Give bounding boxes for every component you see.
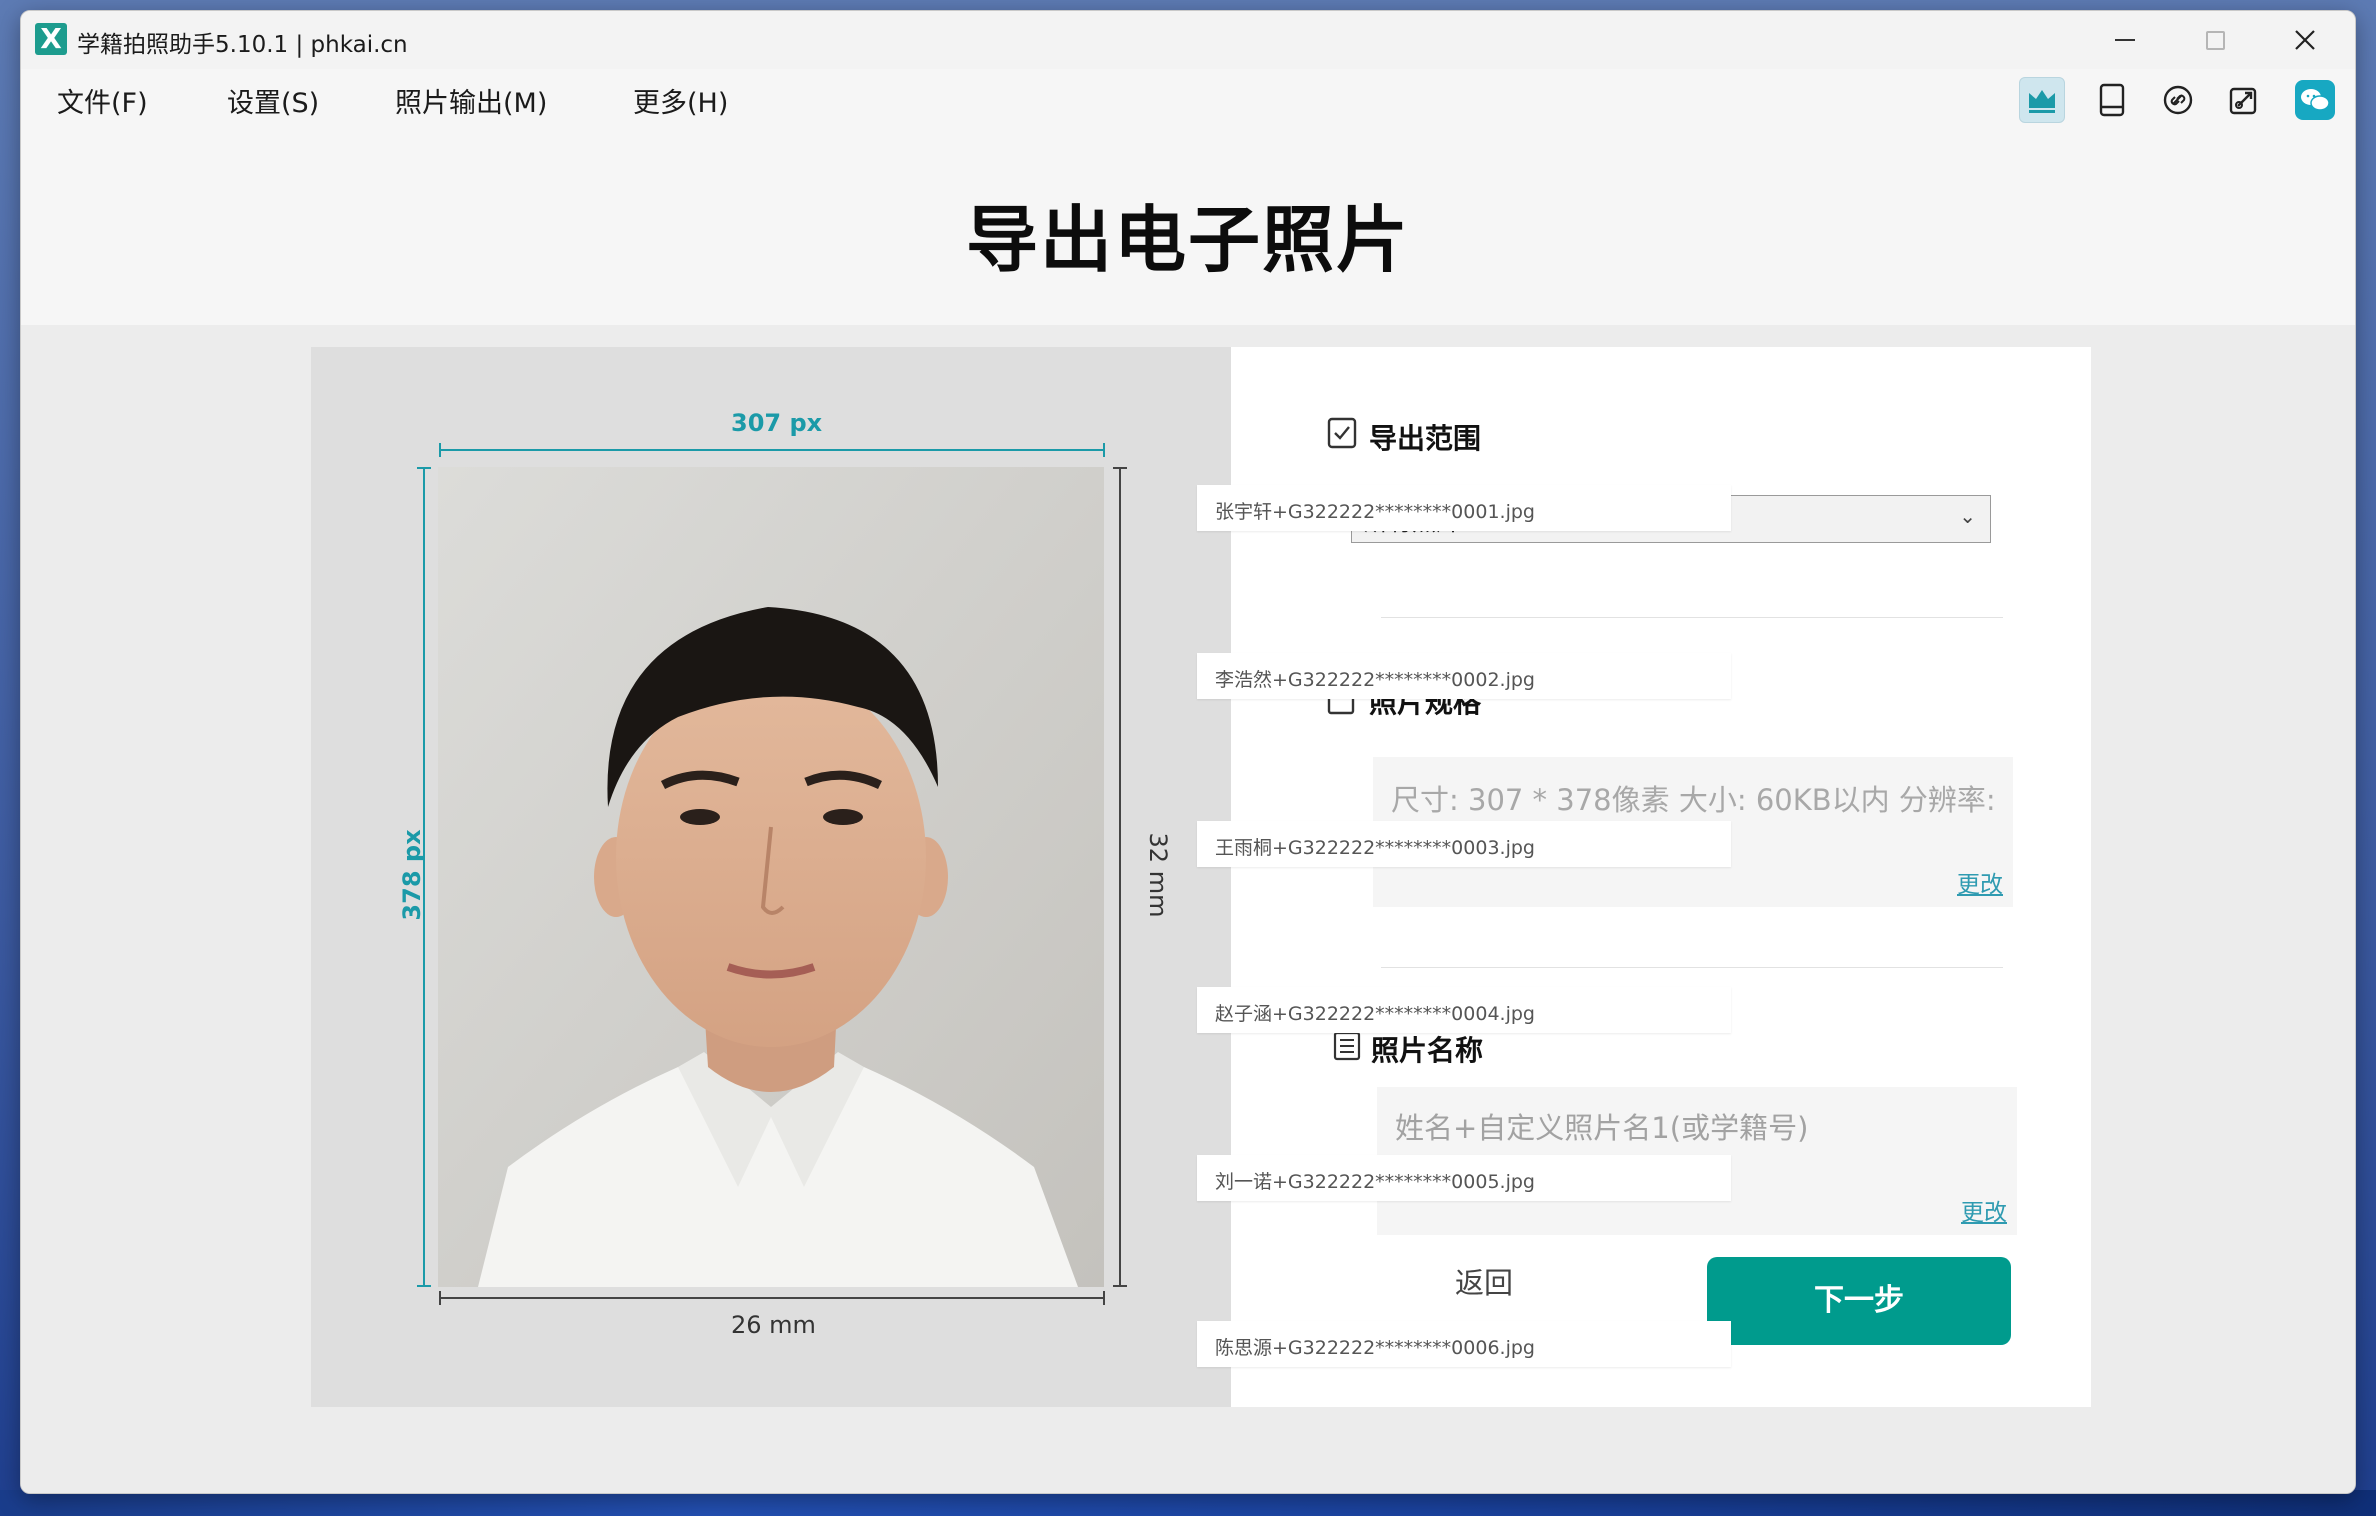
app-window: X 学籍拍照助手5.10.1 | phkai.cn 文件(F) 设置(S) 照片… <box>20 10 2356 1494</box>
tablet-icon <box>2099 83 2125 117</box>
width-mm-label: 26 mm <box>731 1311 816 1339</box>
width-mm-line <box>439 1297 1105 1299</box>
crown-button[interactable] <box>2019 77 2065 123</box>
chevron-down-icon: ⌄ <box>1959 504 1976 528</box>
section-divider <box>1381 617 2003 618</box>
maximize-button[interactable] <box>2169 11 2261 69</box>
width-px-label: 307 px <box>731 409 823 437</box>
menu-settings[interactable]: 设置(S) <box>227 81 319 120</box>
section-divider <box>1381 967 2003 968</box>
menu-photo-output[interactable]: 照片输出(M) <box>395 81 547 120</box>
close-icon <box>2295 30 2315 50</box>
wechat-icon <box>2301 89 2330 111</box>
maximize-icon <box>2205 30 2225 50</box>
page-header: 导出电子照片 <box>21 129 2355 325</box>
file-name-tag: 张宇轩+G322222********0001.jpg <box>1197 485 1731 531</box>
dim-tick <box>417 1285 431 1287</box>
photo-name-edit-link[interactable]: 更改 <box>1961 1193 2007 1227</box>
link-icon <box>2163 85 2193 115</box>
menu-more[interactable]: 更多(H) <box>633 81 728 120</box>
title-bar: X 学籍拍照助手5.10.1 | phkai.cn <box>21 11 2355 69</box>
edit-share-icon <box>2229 87 2257 115</box>
dim-tick <box>1113 1285 1127 1287</box>
minimize-icon <box>2115 39 2135 41</box>
edit-share-button[interactable] <box>2221 77 2267 123</box>
dim-tick <box>417 467 431 469</box>
page-title: 导出电子照片 <box>965 198 1410 282</box>
menu-file[interactable]: 文件(F) <box>57 81 148 120</box>
portrait-illustration <box>438 467 1104 1287</box>
wechat-button[interactable] <box>2295 80 2335 120</box>
dim-tick <box>1103 1291 1105 1305</box>
export-range-heading: 导出范围 <box>1369 422 1482 455</box>
photo-spec-edit-link[interactable]: 更改 <box>1957 865 2003 899</box>
student-photo <box>438 467 1104 1287</box>
back-button[interactable]: 返回 <box>1421 1259 1547 1307</box>
list-icon <box>1333 1031 1361 1061</box>
menu-bar: 文件(F) 设置(S) 照片输出(M) 更多(H) <box>21 69 2355 129</box>
dim-tick <box>1113 467 1127 469</box>
file-name-tag: 李浩然+G322222********0002.jpg <box>1197 653 1731 699</box>
next-step-button[interactable]: 下一步 <box>1707 1257 2011 1345</box>
tablet-button[interactable] <box>2089 77 2135 123</box>
dim-tick <box>1103 443 1105 457</box>
file-name-tag: 刘一诺+G322222********0005.jpg <box>1197 1155 1731 1201</box>
dim-tick <box>439 443 441 457</box>
height-mm-line <box>1119 467 1121 1287</box>
photo-spec-text: 尺寸: 307 * 378像素 大小: 60KB以内 分辨率: <box>1391 783 1996 817</box>
dim-tick <box>439 1291 441 1305</box>
checklist-icon <box>1327 417 1357 449</box>
crown-icon <box>2029 90 2055 113</box>
file-name-tag: 赵子涵+G322222********0004.jpg <box>1197 987 1731 1033</box>
link-button[interactable] <box>2155 77 2201 123</box>
window-title: 学籍拍照助手5.10.1 | phkai.cn <box>77 32 408 58</box>
app-logo-icon: X <box>35 23 67 55</box>
height-mm-label: 32 mm <box>1144 832 1172 918</box>
photo-name-heading: 照片名称 <box>1371 1034 1484 1067</box>
close-button[interactable] <box>2259 11 2351 69</box>
file-name-tag: 王雨桐+G322222********0003.jpg <box>1197 821 1731 867</box>
minimize-button[interactable] <box>2079 11 2171 69</box>
file-name-tag: 陈思源+G322222********0006.jpg <box>1197 1321 1731 1367</box>
photo-name-text: 姓名+自定义照片名1(或学籍号) <box>1395 1111 1809 1145</box>
height-px-label: 378 px <box>398 829 426 921</box>
width-dimension-line <box>439 449 1105 451</box>
